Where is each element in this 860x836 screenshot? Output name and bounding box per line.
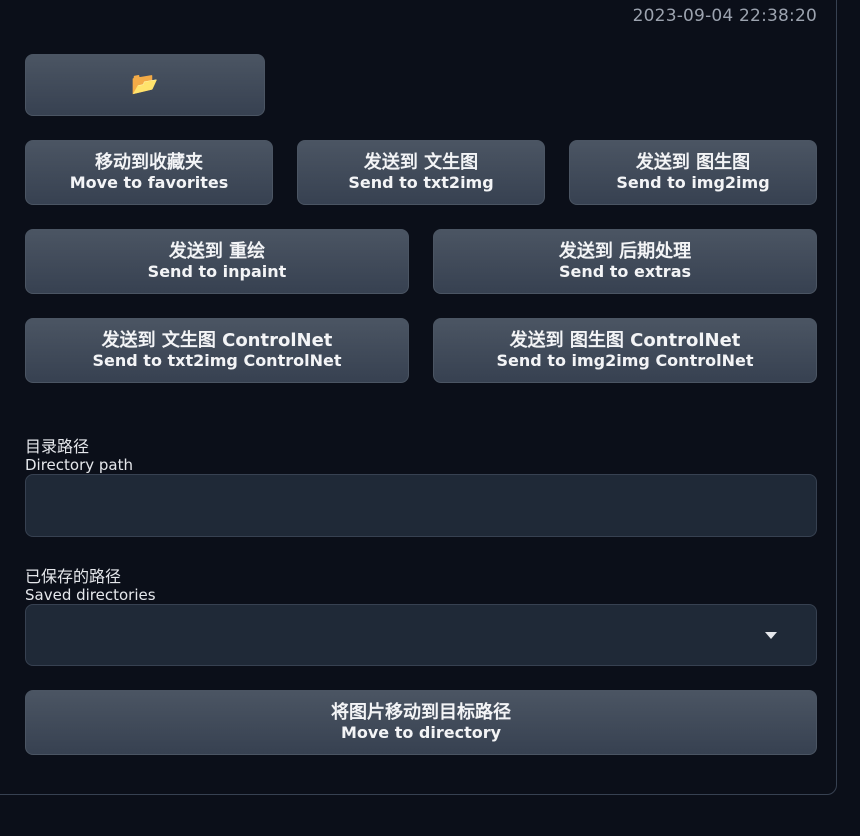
saved-directories-label-zh: 已保存的路径 [25,567,122,586]
send-to-txt2img-button[interactable]: 发送到 文生图 Send to txt2img [297,140,545,205]
directory-path-label-zh: 目录路径 [25,437,90,456]
move-to-favorites-button[interactable]: 移动到收藏夹 Move to favorites [25,140,273,205]
send-to-extras-button[interactable]: 发送到 后期处理 Send to extras [433,229,817,294]
tab-panel [0,0,837,795]
button-label-en: Send to txt2img [348,172,494,192]
button-label-zh: 发送到 图生图 ControlNet [509,329,741,351]
send-to-img2img-button[interactable]: 发送到 图生图 Send to img2img [569,140,817,205]
saved-directories-label: 已保存的路径 Saved directories [25,567,156,605]
saved-directories-label-en: Saved directories [25,586,156,604]
send-to-txt2img-controlnet-button[interactable]: 发送到 文生图 ControlNet Send to txt2img Contr… [25,318,409,383]
image-timestamp: 2023-09-04 22:38:20 [632,6,817,26]
button-label-en: Send to extras [558,261,692,281]
button-label-en: Send to txt2img ControlNet [92,350,342,370]
send-to-img2img-controlnet-button[interactable]: 发送到 图生图 ControlNet Send to img2img Contr… [433,318,817,383]
button-label-en: Move to favorites [69,172,229,192]
button-label-zh: 发送到 重绘 [168,240,266,262]
button-label-zh: 发送到 图生图 [635,151,751,173]
button-label-en: Move to directory [340,722,502,742]
button-label-en: Send to img2img ControlNet [496,350,754,370]
chevron-down-icon [765,632,777,639]
open-folder-button[interactable]: 📂 [25,54,265,116]
button-label-zh: 移动到收藏夹 [95,151,203,173]
button-label-zh: 将图片移动到目标路径 [331,701,511,723]
button-label-en: Send to inpaint [147,261,287,281]
directory-path-input[interactable] [25,474,817,537]
button-label-zh: 发送到 后期处理 [558,240,692,262]
saved-directories-dropdown[interactable] [25,604,817,666]
button-label-zh: 发送到 文生图 [363,151,479,173]
directory-path-label: 目录路径 Directory path [25,437,133,475]
send-to-inpaint-button[interactable]: 发送到 重绘 Send to inpaint [25,229,409,294]
folder-icon: 📂 [131,72,159,97]
move-to-directory-button[interactable]: 将图片移动到目标路径 Move to directory [25,690,817,755]
directory-path-label-en: Directory path [25,456,134,474]
button-label-en: Send to img2img [616,172,770,192]
button-label-zh: 发送到 文生图 ControlNet [101,329,333,351]
